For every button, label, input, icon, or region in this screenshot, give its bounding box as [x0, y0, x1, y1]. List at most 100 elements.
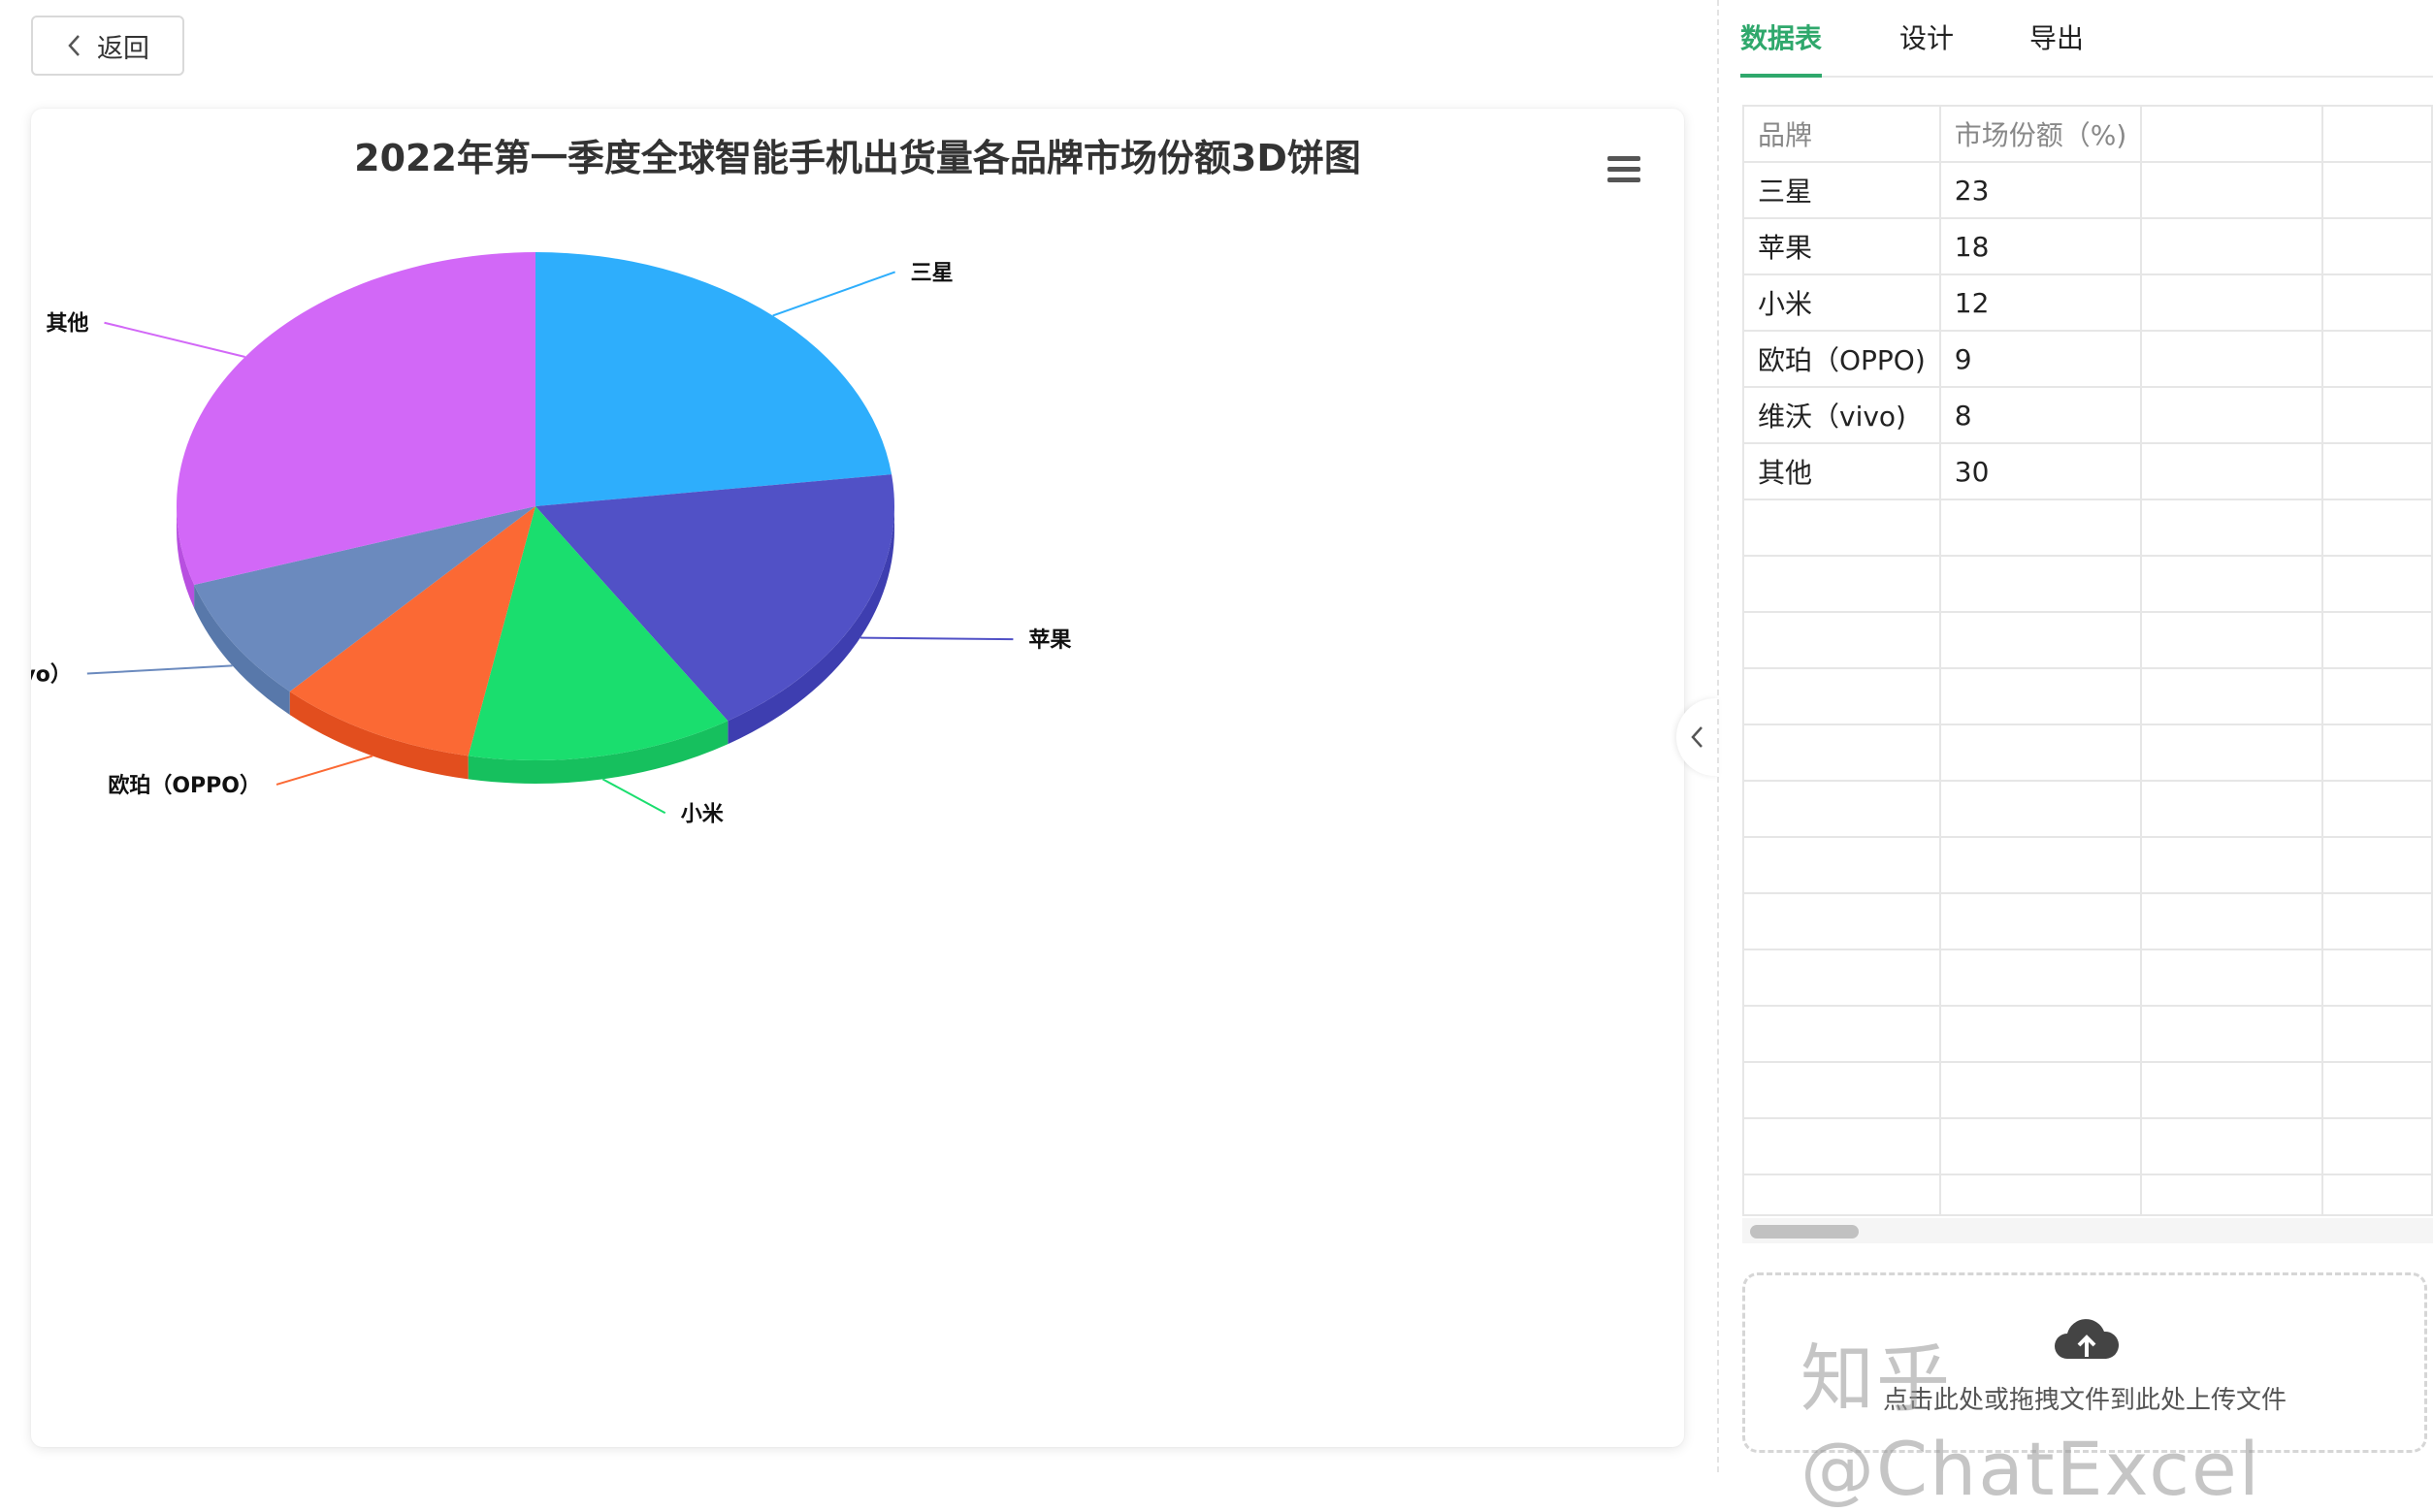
table-cell[interactable]	[1939, 949, 2143, 1007]
table-cell[interactable]	[2322, 724, 2433, 782]
table-cell[interactable]: 30	[1939, 443, 2143, 500]
table-cell[interactable]	[1939, 556, 2143, 613]
table-cell[interactable]	[2141, 218, 2324, 275]
table-cell[interactable]	[2141, 556, 2324, 613]
table-cell[interactable]	[1744, 893, 1941, 950]
table-cell[interactable]	[2141, 781, 2324, 838]
table-cell[interactable]	[1744, 668, 1941, 725]
tab-data-table[interactable]: 数据表	[1740, 17, 1823, 78]
table-header-cell[interactable]: 品牌	[1744, 107, 1941, 163]
table-cell[interactable]	[2141, 1062, 2324, 1119]
table-cell[interactable]	[2322, 612, 2433, 669]
table-cell[interactable]	[2141, 387, 2324, 444]
table-cell[interactable]: 23	[1939, 162, 2143, 219]
table-cell[interactable]	[2141, 949, 2324, 1007]
table-cell[interactable]	[1744, 1174, 1941, 1214]
table-row	[1744, 499, 2433, 557]
table-cell[interactable]	[2141, 612, 2324, 669]
table-cell[interactable]	[2141, 893, 2324, 950]
table-cell[interactable]	[1939, 499, 2143, 557]
table-cell[interactable]	[2322, 331, 2433, 388]
table-cell[interactable]	[1939, 612, 2143, 669]
tab-design[interactable]: 设计	[1899, 17, 1954, 74]
table-cell[interactable]: 维沃（vivo)	[1744, 387, 1941, 444]
table-cell[interactable]	[2322, 1006, 2433, 1063]
table-cell[interactable]	[2322, 162, 2433, 219]
table-cell[interactable]	[2141, 668, 2324, 725]
table-cell[interactable]	[1744, 837, 1941, 894]
table-cell[interactable]	[2322, 893, 2433, 950]
table-row	[1744, 556, 2433, 613]
table-cell[interactable]: 欧珀（OPPO)	[1744, 331, 1941, 388]
chart-menu-icon[interactable]	[1603, 147, 1645, 190]
table-cell[interactable]	[2141, 724, 2324, 782]
table-cell[interactable]	[1744, 556, 1941, 613]
upload-dropzone[interactable]: 点击此处或拖拽文件到此处上传文件	[1742, 1272, 2427, 1453]
table-cell[interactable]	[2322, 668, 2433, 725]
table-cell[interactable]: 三星	[1744, 162, 1941, 219]
table-cell[interactable]	[2141, 499, 2324, 557]
table-cell[interactable]	[1939, 781, 2143, 838]
table-cell[interactable]	[2322, 387, 2433, 444]
table-cell[interactable]	[1939, 893, 2143, 950]
table-cell[interactable]	[2141, 837, 2324, 894]
table-header-cell[interactable]	[2322, 107, 2433, 163]
table-row	[1744, 1174, 2433, 1214]
table-cell[interactable]	[1744, 724, 1941, 782]
table-cell[interactable]	[2141, 274, 2324, 332]
table-cell[interactable]	[1744, 1006, 1941, 1063]
table-cell[interactable]	[1939, 1006, 2143, 1063]
table-cell[interactable]	[1744, 949, 1941, 1007]
scrollbar-thumb[interactable]	[1750, 1225, 1859, 1239]
table-cell[interactable]	[2322, 1174, 2433, 1214]
table-row: 小米 12	[1744, 274, 2433, 332]
table-cell[interactable]	[1939, 724, 2143, 782]
chevron-left-icon	[1691, 726, 1703, 748]
horizontal-scrollbar[interactable]	[1742, 1218, 2433, 1243]
table-cell[interactable]	[2322, 837, 2433, 894]
table-cell[interactable]	[2322, 443, 2433, 500]
table-header-cell[interactable]	[2141, 107, 2324, 163]
table-header-cell[interactable]: 市场份额（%)	[1939, 107, 2143, 163]
table-cell[interactable]	[2322, 1118, 2433, 1175]
table-cell[interactable]: 8	[1939, 387, 2143, 444]
table-cell[interactable]	[2322, 949, 2433, 1007]
table-cell[interactable]	[2322, 781, 2433, 838]
table-cell[interactable]: 18	[1939, 218, 2143, 275]
table-cell[interactable]	[1744, 612, 1941, 669]
table-cell[interactable]	[1744, 781, 1941, 838]
table-cell[interactable]	[1744, 499, 1941, 557]
table-cell[interactable]	[1939, 668, 2143, 725]
table-cell[interactable]: 12	[1939, 274, 2143, 332]
table-cell[interactable]	[2322, 274, 2433, 332]
slice-label: 小米	[681, 802, 725, 826]
table-cell[interactable]	[2141, 1174, 2324, 1214]
table-cell[interactable]	[1939, 1174, 2143, 1214]
tab-export[interactable]: 导出	[2029, 17, 2084, 74]
cloud-upload-icon	[2055, 1319, 2120, 1359]
table-cell[interactable]: 9	[1939, 331, 2143, 388]
table-row	[1744, 1006, 2433, 1063]
table-cell[interactable]	[1939, 1062, 2143, 1119]
pie-slice[interactable]	[535, 252, 892, 506]
table-cell[interactable]	[2141, 331, 2324, 388]
table-cell[interactable]	[2141, 1118, 2324, 1175]
back-button[interactable]: 返回	[31, 16, 184, 76]
table-cell[interactable]	[2322, 218, 2433, 275]
table-cell[interactable]	[2322, 499, 2433, 557]
table-cell[interactable]	[2141, 443, 2324, 500]
data-grid[interactable]: 品牌 市场份额（%) 三星 23 苹果 18 小米 12 欧珀（OPPO) 9 维沃（vivo) 8 其…	[1742, 105, 2433, 1216]
table-cell[interactable]: 苹果	[1744, 218, 1941, 275]
table-cell[interactable]	[2322, 1062, 2433, 1119]
table-cell[interactable]	[2141, 162, 2324, 219]
table-row	[1744, 893, 2433, 950]
table-cell[interactable]	[2141, 1006, 2324, 1063]
table-cell[interactable]: 其他	[1744, 443, 1941, 500]
chevron-left-icon	[68, 35, 80, 56]
table-cell[interactable]	[1744, 1118, 1941, 1175]
table-cell[interactable]	[2322, 556, 2433, 613]
table-cell[interactable]: 小米	[1744, 274, 1941, 332]
table-cell[interactable]	[1939, 837, 2143, 894]
table-cell[interactable]	[1939, 1118, 2143, 1175]
table-cell[interactable]	[1744, 1062, 1941, 1119]
